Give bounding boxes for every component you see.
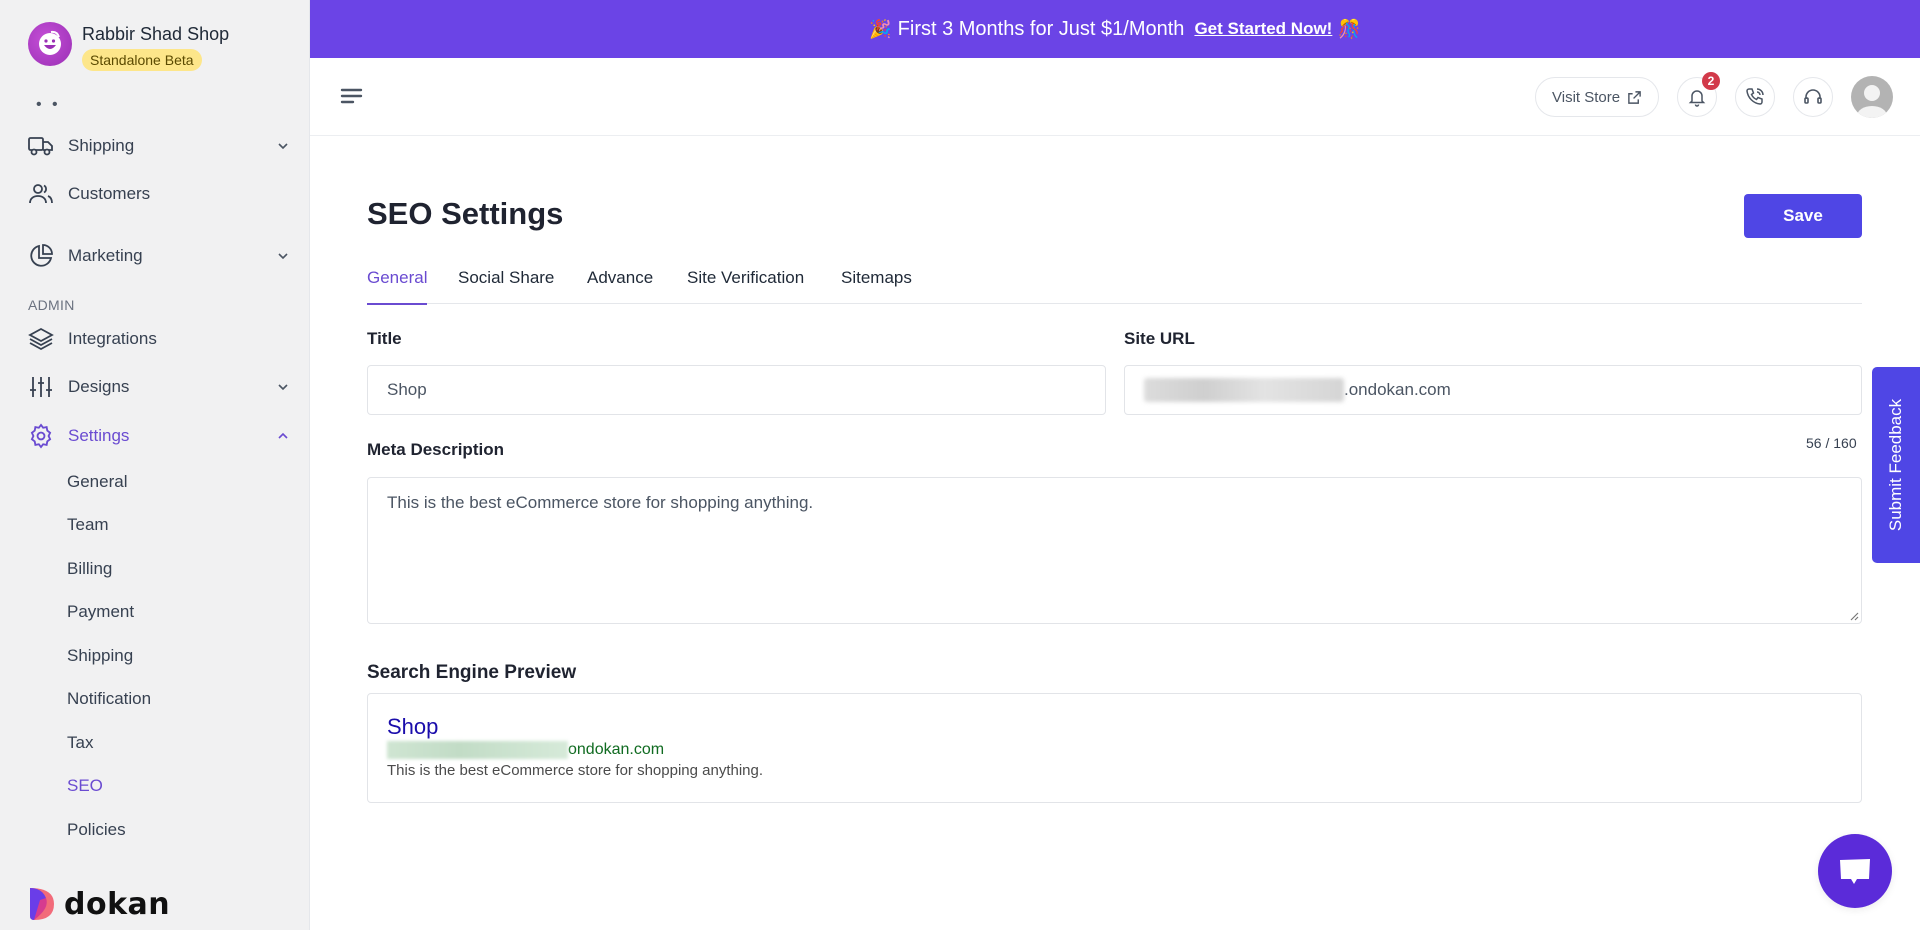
chevron-down-icon xyxy=(278,143,288,150)
visit-store-label: Visit Store xyxy=(1552,88,1621,106)
chat-bubble-icon xyxy=(1840,859,1870,884)
settings-sub-shipping[interactable]: Shipping xyxy=(67,646,133,666)
redacted-preview-subdomain xyxy=(387,741,568,759)
meta-description-label: Meta Description xyxy=(367,440,504,459)
notifications-button[interactable]: 2 xyxy=(1677,72,1720,117)
resize-handle-icon[interactable] xyxy=(1849,611,1859,621)
preview-url: ondokan.com xyxy=(387,740,1842,760)
sidebar-item-designs[interactable]: Designs xyxy=(28,369,290,405)
sliders-icon xyxy=(28,374,54,400)
tab-sitemaps[interactable]: Sitemaps xyxy=(841,268,912,304)
chevron-down-icon xyxy=(278,384,288,391)
promo-banner: 🎉 First 3 Months for Just $1/Month Get S… xyxy=(310,0,1920,58)
sidebar-item-label: Marketing xyxy=(68,246,143,265)
promo-text: First 3 Months for Just $1/Month xyxy=(897,17,1185,40)
submit-feedback-label: Submit Feedback xyxy=(1886,398,1906,532)
gear-icon xyxy=(28,423,54,449)
meta-description-textarea[interactable]: This is the best eCommerce store for sho… xyxy=(367,477,1862,624)
search-preview-heading: Search Engine Preview xyxy=(367,662,577,683)
site-url-input[interactable]: .ondokan.com xyxy=(1124,365,1862,415)
title-label: Title xyxy=(367,329,402,348)
settings-sub-tax[interactable]: Tax xyxy=(67,733,93,753)
tab-social-share[interactable]: Social Share xyxy=(458,268,554,304)
support-button[interactable] xyxy=(1793,77,1833,117)
tab-advance[interactable]: Advance xyxy=(587,268,653,304)
get-started-link[interactable]: Get Started Now! xyxy=(1194,19,1332,39)
tab-site-verification[interactable]: Site Verification xyxy=(687,268,804,304)
site-url-suffix: .ondokan.com xyxy=(1344,380,1451,399)
party-popper-icon: 🎉 xyxy=(869,18,892,39)
pie-chart-icon xyxy=(28,243,54,269)
sidebar: Rabbir Shad Shop Standalone Beta • • Shi… xyxy=(0,0,310,930)
top-bar: Visit Store 2 xyxy=(310,58,1920,136)
truck-icon xyxy=(28,133,54,159)
site-url-label: Site URL xyxy=(1124,329,1195,348)
store-brand[interactable]: Rabbir Shad Shop Standalone Beta xyxy=(28,22,229,71)
external-link-icon xyxy=(1628,90,1641,104)
sidebar-item-shipping[interactable]: Shipping xyxy=(28,128,290,164)
tab-general[interactable]: General xyxy=(367,268,428,305)
page-title: SEO Settings xyxy=(367,196,564,231)
menu-toggle-button[interactable] xyxy=(340,86,364,108)
search-engine-preview: Shop ondokan.com This is the best eComme… xyxy=(367,693,1862,803)
user-avatar-icon xyxy=(1857,85,1887,118)
sidebar-item-integrations[interactable]: Integrations xyxy=(28,321,290,357)
bell-icon xyxy=(1688,90,1706,107)
overflow-dots: • • xyxy=(36,96,61,113)
headset-icon xyxy=(1804,89,1822,104)
notification-count-badge: 2 xyxy=(1702,72,1720,90)
meta-character-counter: 56 / 160 xyxy=(1806,435,1857,451)
preview-url-suffix: ondokan.com xyxy=(568,741,665,758)
redacted-subdomain xyxy=(1144,378,1344,402)
users-icon xyxy=(28,181,54,207)
chevron-down-icon xyxy=(278,253,288,260)
store-name: Rabbir Shad Shop xyxy=(82,24,230,44)
chevron-up-icon xyxy=(278,432,288,439)
save-button[interactable]: Save xyxy=(1744,194,1862,238)
settings-sub-notification[interactable]: Notification xyxy=(67,689,151,709)
meta-description-value: This is the best eCommerce store for sho… xyxy=(387,493,814,512)
settings-sub-seo[interactable]: SEO xyxy=(67,776,103,796)
sidebar-item-marketing[interactable]: Marketing xyxy=(28,238,290,274)
standalone-beta-badge: Standalone Beta xyxy=(82,49,202,71)
sidebar-item-label: Designs xyxy=(68,377,130,396)
sidebar-item-label: Customers xyxy=(68,184,151,203)
dokan-logo-text: dokan xyxy=(64,886,171,922)
title-input[interactable]: Shop xyxy=(367,365,1106,415)
visit-store-button[interactable]: Visit Store xyxy=(1535,77,1660,117)
sidebar-item-label: Shipping xyxy=(68,136,135,155)
sidebar-item-settings[interactable]: Settings xyxy=(28,418,290,454)
dokan-logo-icon xyxy=(30,888,54,920)
settings-sub-payment[interactable]: Payment xyxy=(67,602,134,622)
store-avatar-icon xyxy=(28,22,72,66)
phone-icon xyxy=(1746,88,1764,105)
call-button[interactable] xyxy=(1735,77,1775,117)
title-input-value: Shop xyxy=(387,380,427,399)
preview-description: This is the best eCommerce store for sho… xyxy=(387,762,764,779)
sidebar-item-customers[interactable]: Customers xyxy=(28,176,290,212)
chat-button[interactable] xyxy=(1818,834,1892,908)
settings-sub-team[interactable]: Team xyxy=(67,515,109,535)
dokan-logo: dokan xyxy=(28,886,170,922)
settings-sub-billing[interactable]: Billing xyxy=(67,559,112,579)
layers-icon xyxy=(28,326,54,352)
sidebar-item-label: Integrations xyxy=(68,329,157,348)
sidebar-item-label: Settings xyxy=(68,426,130,445)
user-avatar[interactable] xyxy=(1851,76,1893,118)
settings-sub-general[interactable]: General xyxy=(67,472,127,492)
seo-tabs: General Social Share Advance Site Verifi… xyxy=(367,268,1862,305)
admin-section-label: ADMIN xyxy=(28,297,75,313)
settings-sub-policies[interactable]: Policies xyxy=(67,820,126,840)
preview-title: Shop xyxy=(387,714,439,739)
menu-icon xyxy=(340,88,363,104)
submit-feedback-tab[interactable]: Submit Feedback xyxy=(1872,367,1920,563)
confetti-icon: 🎊 xyxy=(1338,18,1361,39)
